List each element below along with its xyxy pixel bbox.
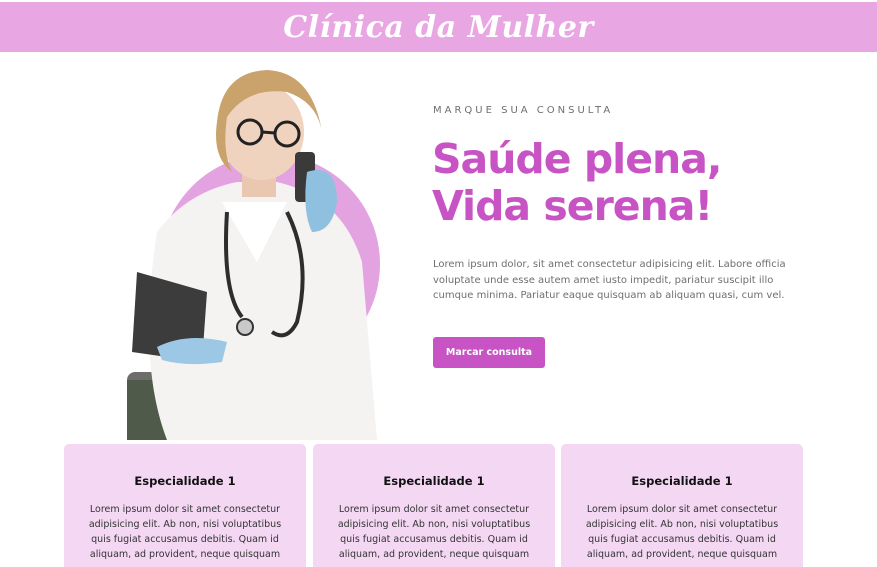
book-appointment-button[interactable]: Marcar consulta <box>433 337 545 368</box>
hero-image <box>127 62 387 440</box>
specialty-card-title: Especialidade 1 <box>134 474 236 488</box>
hero-headline: Saúde plena, Vida serena! <box>432 136 852 230</box>
specialty-card[interactable]: Especialidade 1 Lorem ipsum dolor sit am… <box>313 444 555 567</box>
specialties-section: Especialidade 1 Lorem ipsum dolor sit am… <box>64 444 804 567</box>
specialty-card-text: Lorem ipsum dolor sit amet consectetur a… <box>88 504 282 560</box>
site-header: Clínica da Mulher <box>0 2 877 52</box>
headline-line-2: Vida serena! <box>432 182 713 230</box>
headline-line-1: Saúde plena, <box>432 135 722 183</box>
specialty-card-title: Especialidade 1 <box>631 474 733 488</box>
specialty-card-text: Lorem ipsum dolor sit amet consectetur a… <box>585 504 779 560</box>
specialty-card[interactable]: Especialidade 1 Lorem ipsum dolor sit am… <box>561 444 803 567</box>
specialty-card[interactable]: Especialidade 1 Lorem ipsum dolor sit am… <box>64 444 306 567</box>
hero-description: Lorem ipsum dolor, sit amet consectetur … <box>433 259 786 301</box>
specialty-card-title: Especialidade 1 <box>383 474 485 488</box>
hero-eyebrow: MARQUE SUA CONSULTA <box>433 105 614 116</box>
brand-logo[interactable]: Clínica da Mulher <box>283 10 594 45</box>
doctor-photo <box>127 70 377 440</box>
specialty-card-text: Lorem ipsum dolor sit amet consectetur a… <box>337 504 531 560</box>
